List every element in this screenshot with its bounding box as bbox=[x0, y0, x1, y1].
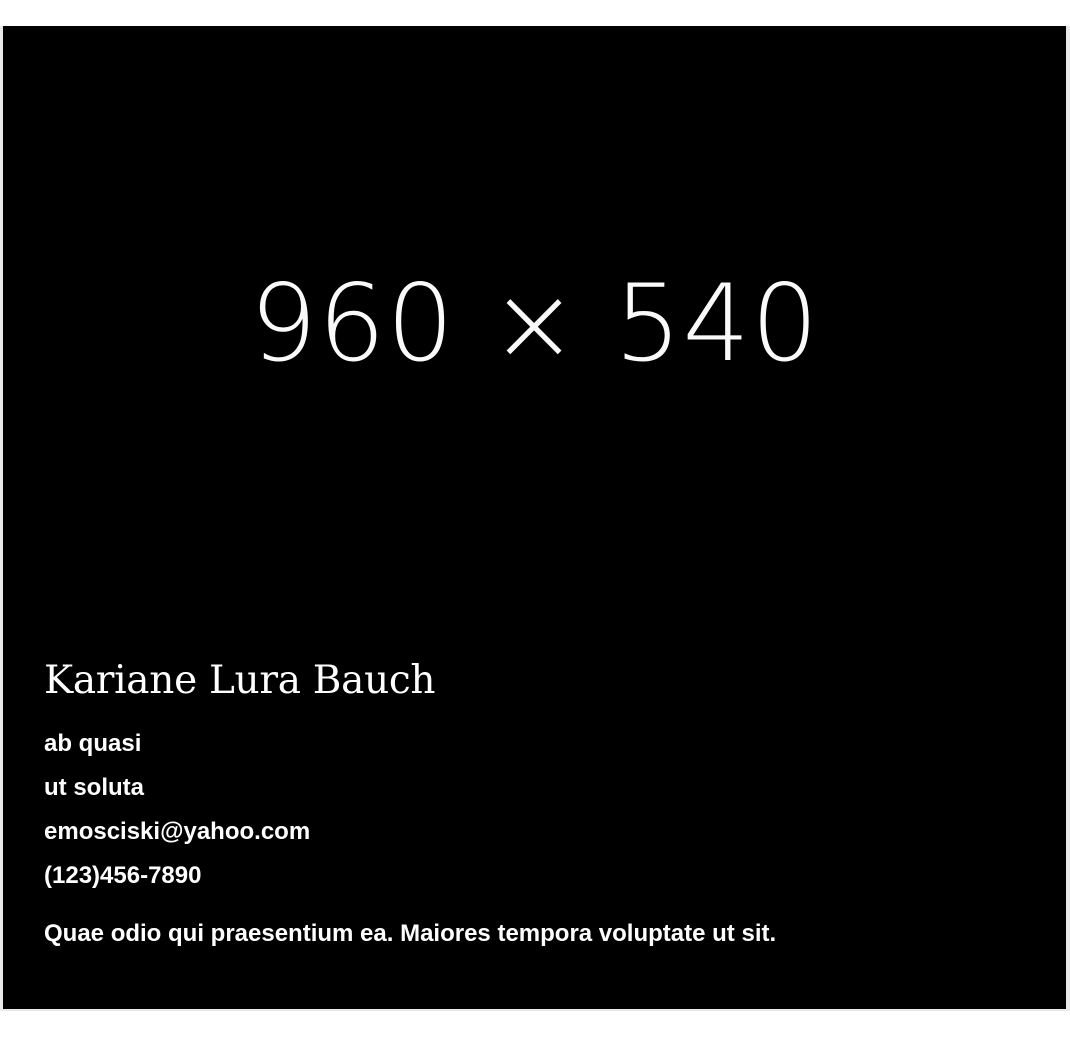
detail-line-1: ab quasi bbox=[44, 730, 142, 757]
profile-name: Kariane Lura Bauch bbox=[44, 658, 436, 703]
profile-card: 960 × 540 Kariane Lura Bauch ab quasi ut… bbox=[3, 26, 1066, 1009]
bio-text: Quae odio qui praesentium ea. Maiores te… bbox=[44, 920, 777, 947]
profile-info: Kariane Lura Bauch ab quasi ut soluta em… bbox=[44, 652, 1034, 950]
email-text: emosciski@yahoo.com bbox=[44, 818, 311, 845]
placeholder-image: 960 × 540 bbox=[3, 26, 1066, 626]
image-dimensions-label: 960 × 540 bbox=[249, 261, 820, 385]
page: 960 × 540 Kariane Lura Bauch ab quasi ut… bbox=[0, 0, 1070, 1046]
detail-line-2: ut soluta bbox=[44, 774, 144, 801]
phone-text: (123)456-7890 bbox=[44, 862, 202, 889]
